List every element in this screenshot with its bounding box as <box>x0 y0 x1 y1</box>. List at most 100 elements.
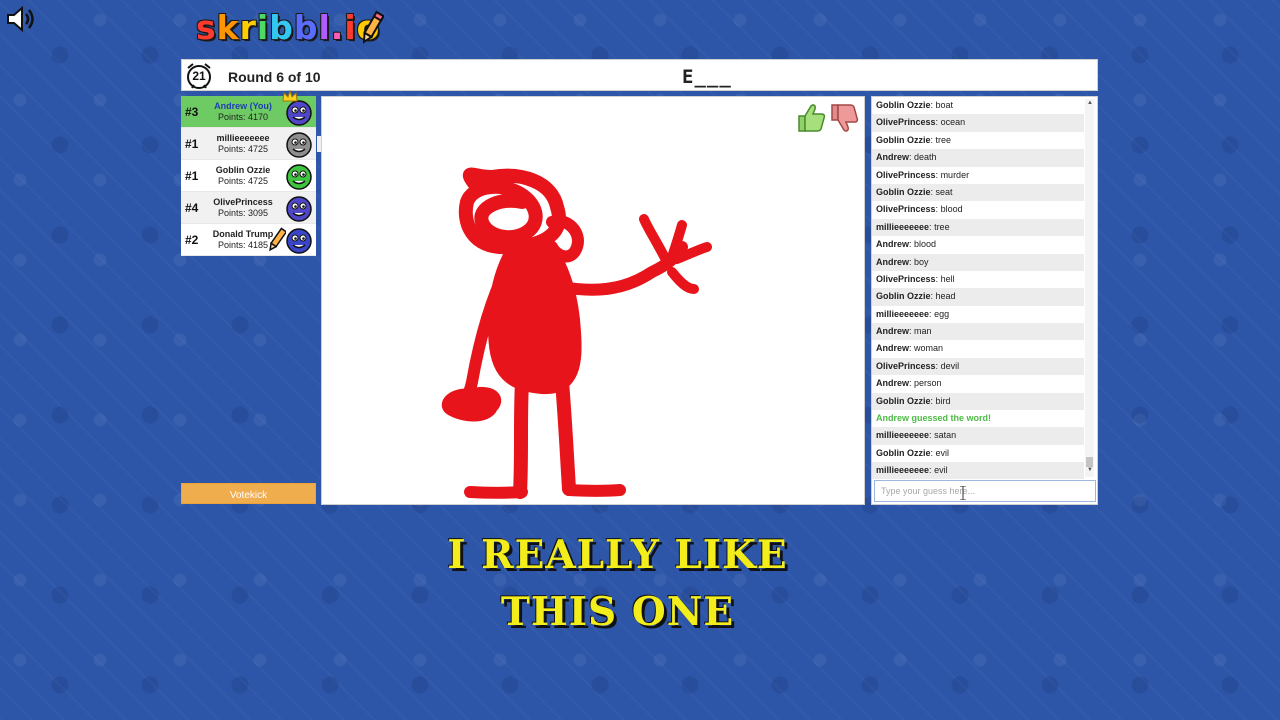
chat-message: Andrew: blood <box>872 236 1084 253</box>
chat-text: ocean <box>940 117 966 128</box>
avatar <box>286 132 312 158</box>
chat-text: satan <box>934 430 957 441</box>
chat-message: OlivePrincess: devil <box>872 357 1084 376</box>
chat-text: woman <box>914 343 944 354</box>
chat-messages: Goblin Ozzie: boat OlivePrincess: ocean Go… <box>872 97 1084 479</box>
thumbs-up-icon[interactable] <box>796 102 826 134</box>
chat-message: millieeeeeee: egg <box>872 306 1084 323</box>
scroll-down-icon[interactable]: ▼ <box>1087 467 1093 473</box>
chat-user: OlivePrincess <box>876 360 936 371</box>
crown-icon <box>282 90 298 102</box>
chat-text: seat <box>935 186 953 197</box>
chat-message: Andrew: death <box>872 149 1084 167</box>
player-name: Goblin Ozzie <box>215 165 271 175</box>
chat-message: Goblin Ozzie: bird <box>872 392 1084 411</box>
player-rank: #4 <box>185 201 199 215</box>
player-name: Donald Trump <box>212 229 274 239</box>
chat-text: death <box>914 152 937 163</box>
chat-message: Andrew guessed the word! <box>872 410 1084 427</box>
player-row[interactable]: #4 OlivePrincess Points: 3095 <box>181 192 316 224</box>
logo-letter: . <box>330 8 345 47</box>
chat-user: OlivePrincess <box>876 117 936 128</box>
chat-scrollbar[interactable] <box>1085 99 1094 477</box>
logo-letter: r <box>239 8 257 47</box>
scroll-thumb[interactable] <box>1086 457 1093 467</box>
pencil-icon <box>362 10 384 44</box>
video-caption: I REALLY LIKE THIS ONE <box>0 527 1235 641</box>
player-name: millieeeeeee <box>216 133 270 143</box>
chat-message: Goblin Ozzie: tree <box>872 132 1084 149</box>
chat-text: blood <box>914 239 937 250</box>
chat-user: Goblin Ozzie <box>876 100 931 110</box>
player-rank: #2 <box>185 233 199 247</box>
logo-letter: s <box>196 8 217 47</box>
chat-text: tree <box>935 134 952 145</box>
player-row[interactable]: #3 Andrew (You) Points: 4170 <box>181 90 316 128</box>
chat-user: Goblin Ozzie <box>876 186 931 197</box>
chat-text: bird <box>935 395 951 406</box>
chat-panel: Goblin Ozzie: boat OlivePrincess: ocean Go… <box>871 96 1098 505</box>
chat-message: Andrew: woman <box>872 340 1084 357</box>
chat-text: egg <box>934 308 950 319</box>
player-name: Andrew (You) <box>214 101 272 111</box>
player-rank: #1 <box>185 169 199 183</box>
chat-text: evil <box>934 465 948 476</box>
chat-text: blood <box>940 204 963 215</box>
player-row[interactable]: #1 millieeeeeee Points: 4725 <box>181 128 316 160</box>
logo-letter: k <box>216 8 240 47</box>
logo-letter: i <box>256 8 270 47</box>
round-bar: 21 Round 6 of 10 E___ <box>181 59 1098 91</box>
chat-user: OlivePrincess <box>876 204 936 215</box>
speaker-icon[interactable] <box>4 4 38 34</box>
chat-message: OlivePrincess: hell <box>872 271 1084 288</box>
drawing-pencil-icon <box>269 227 286 252</box>
player-points: Points: 4725 <box>217 176 269 186</box>
chat-user: millieeeeeee <box>876 221 930 232</box>
player-points: Points: 4725 <box>217 144 269 154</box>
player-name: OlivePrincess <box>213 197 273 207</box>
chat-user: Goblin Ozzie <box>876 447 931 458</box>
scroll-up-icon[interactable]: ▲ <box>1087 100 1093 106</box>
player-rank: #1 <box>185 137 199 151</box>
thumbs-down-icon[interactable] <box>829 102 859 134</box>
chat-text: devil <box>940 360 960 371</box>
chat-text: murder <box>940 169 970 180</box>
votekick-button[interactable]: Votekick <box>181 483 316 504</box>
logo-letter: l <box>318 8 331 47</box>
player-points: Points: 3095 <box>217 208 269 218</box>
chat-message: Goblin Ozzie: head <box>872 288 1084 306</box>
chat-message: Goblin Ozzie: seat <box>872 183 1084 202</box>
drawing-canvas[interactable] <box>321 96 865 505</box>
chat-user: Andrew <box>876 326 910 337</box>
chat-user: Goblin Ozzie <box>876 134 931 145</box>
chat-message: OlivePrincess: ocean <box>872 114 1084 132</box>
logo-letter: b <box>269 8 294 47</box>
chat-message: millieeeeeee: evil <box>872 462 1084 479</box>
chat-user: Andrew <box>876 152 910 163</box>
chat-user: Andrew <box>876 343 910 354</box>
chat-message: Goblin Ozzie: evil <box>872 445 1084 462</box>
chat-text: tree <box>934 221 950 232</box>
caption-line-2: THIS ONE <box>500 589 735 635</box>
chat-user: millieeeeeee <box>876 308 930 319</box>
chat-text: evil <box>935 447 950 458</box>
word-hint: E___ <box>682 66 732 88</box>
chat-text: person <box>914 378 942 389</box>
chat-user: Goblin Ozzie <box>876 291 931 302</box>
skribbl-logo: skribbl.io <box>196 8 380 47</box>
chat-user: Andrew <box>876 256 910 267</box>
chat-text: man <box>914 326 932 337</box>
caption-line-1: I REALLY LIKE <box>447 532 788 578</box>
logo-letter: i <box>344 8 357 47</box>
chat-message: OlivePrincess: murder <box>872 167 1084 184</box>
player-rank: #3 <box>185 105 199 119</box>
chat-message: OlivePrincess: blood <box>872 201 1084 218</box>
chat-text: hell <box>940 273 955 284</box>
chat-user: Goblin Ozzie <box>876 395 931 406</box>
guess-input[interactable] <box>874 480 1096 502</box>
chat-message: Andrew: man <box>872 323 1084 341</box>
text-cursor-icon <box>960 486 966 500</box>
player-row[interactable]: #2 Donald Trump Points: 4185 <box>181 224 316 256</box>
player-list: #3 Andrew (You) Points: 4170 #1 millieeeeeee… <box>181 90 316 256</box>
player-row[interactable]: #1 Goblin Ozzie Points: 4725 <box>181 160 316 192</box>
